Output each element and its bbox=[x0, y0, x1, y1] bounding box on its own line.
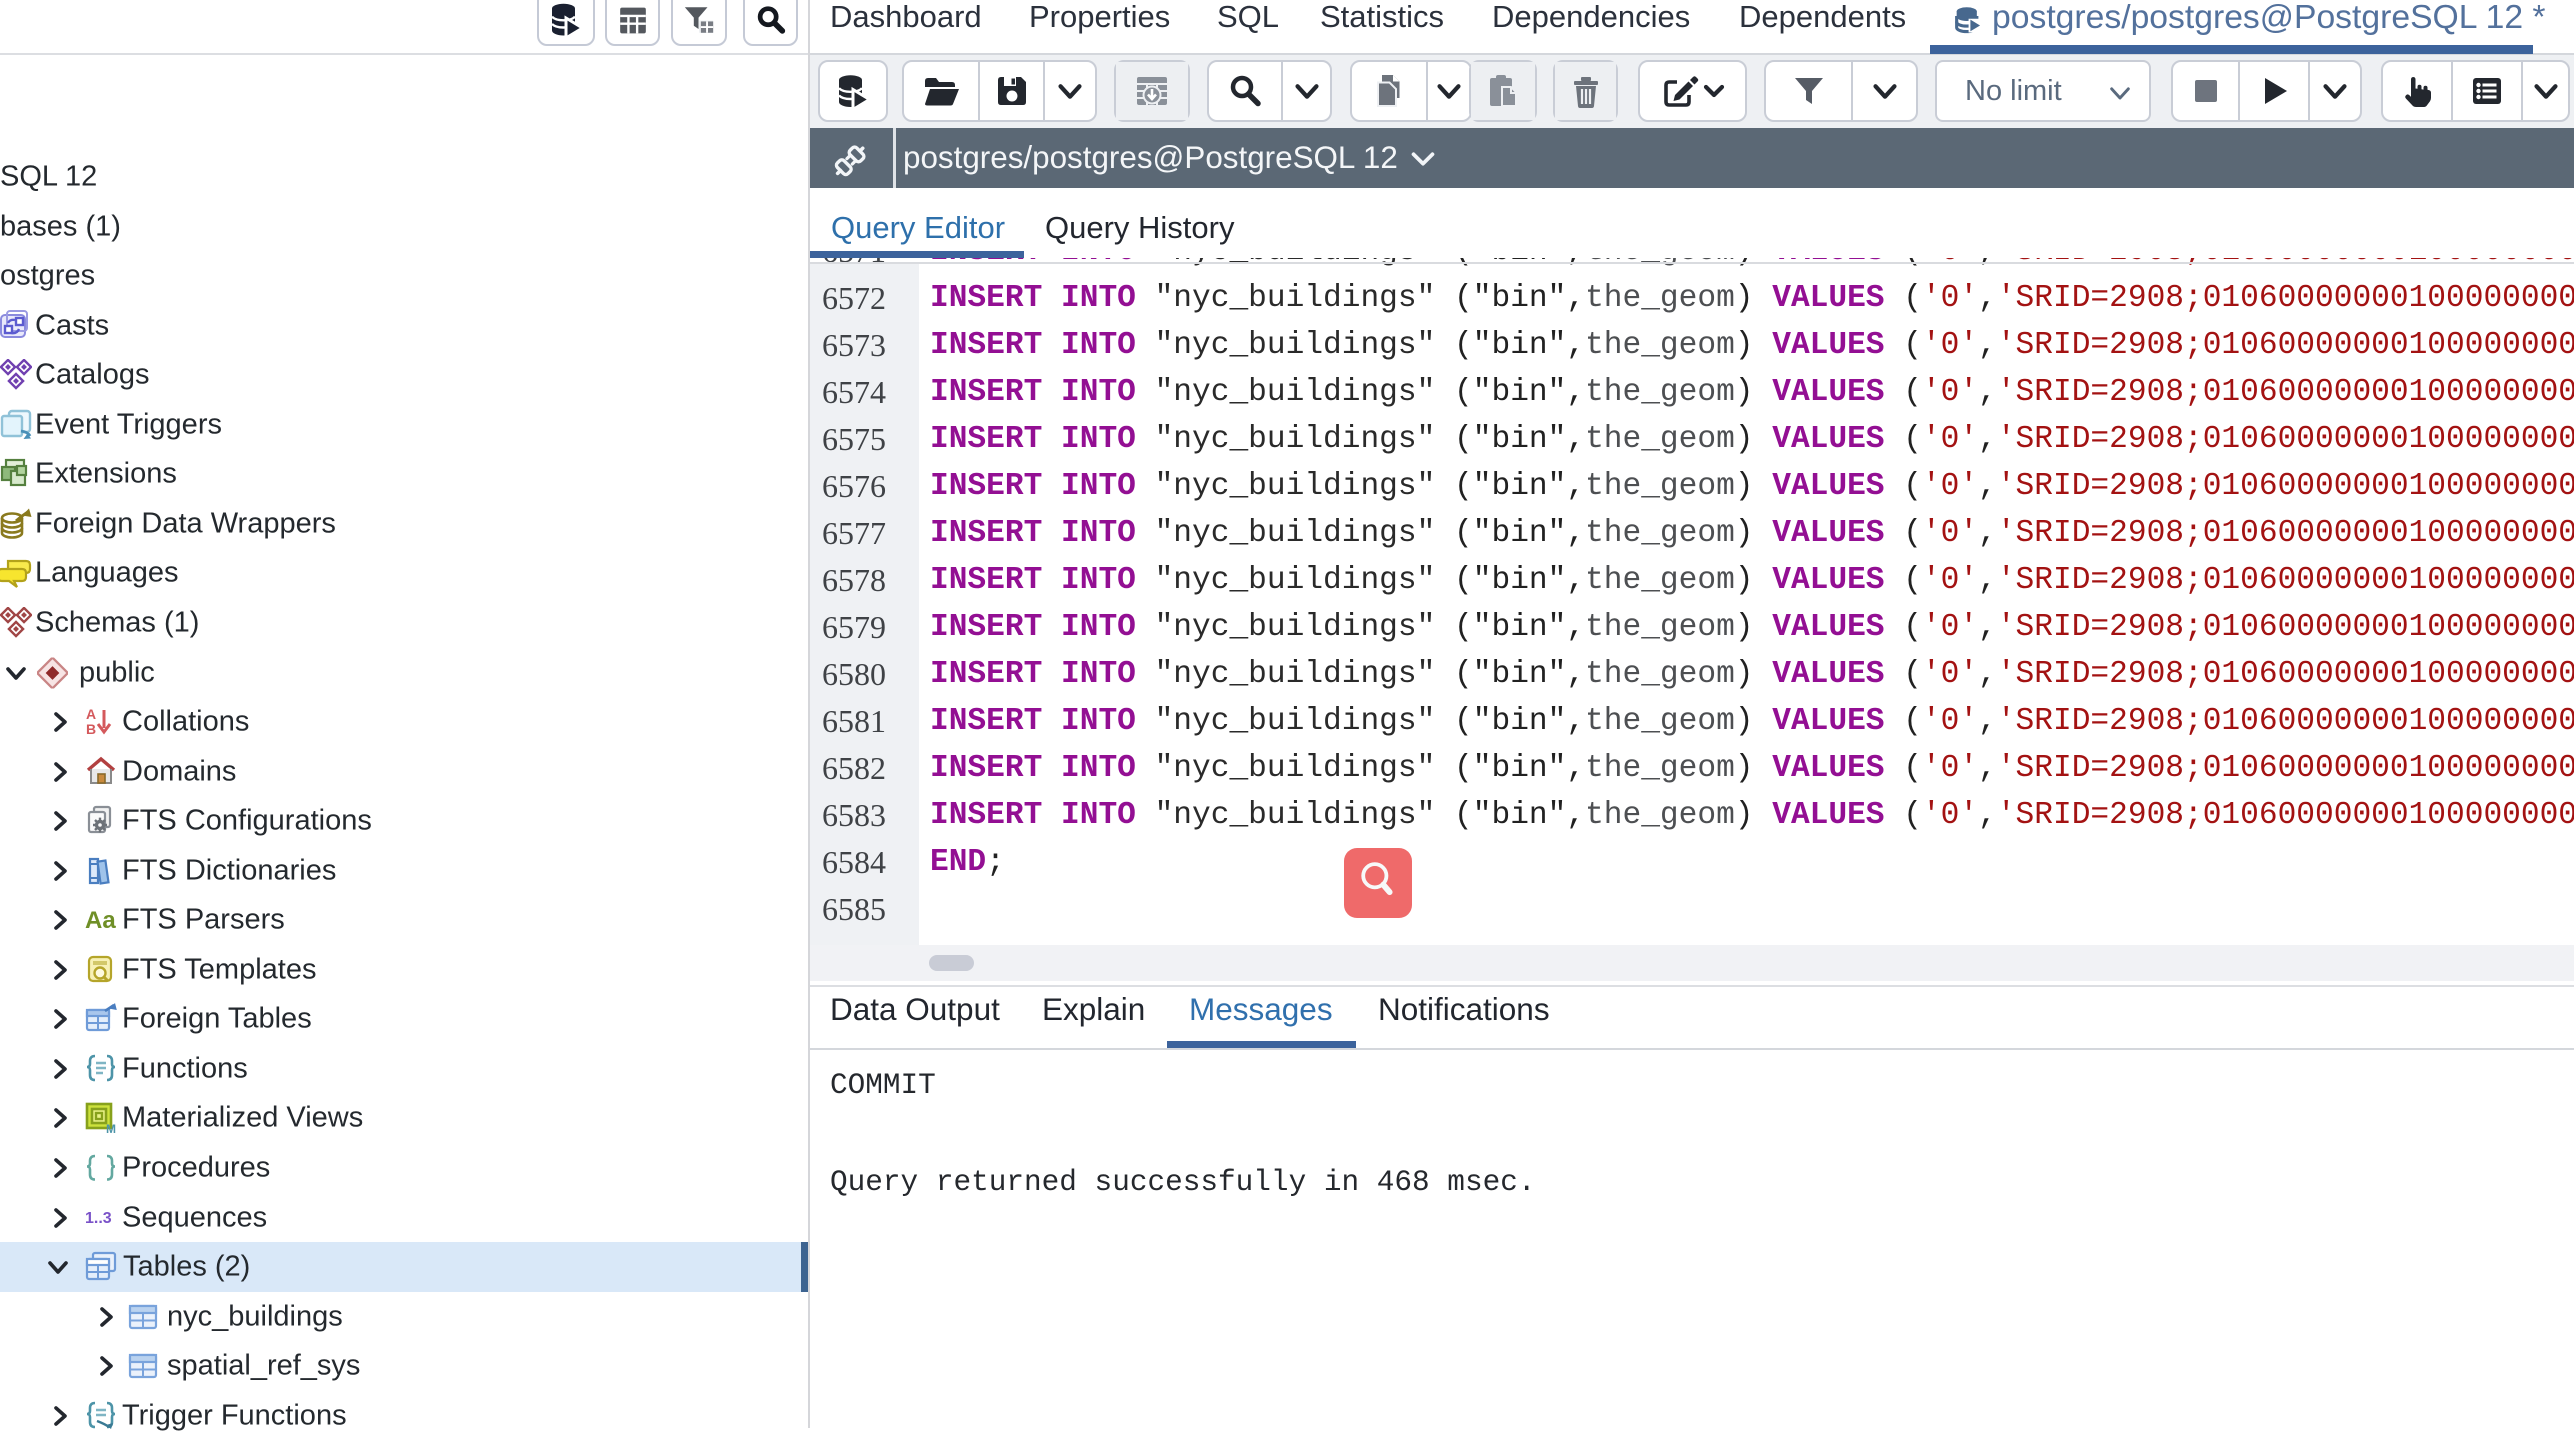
svg-text:Aa: Aa bbox=[85, 907, 116, 934]
svg-text:M: M bbox=[106, 1122, 116, 1134]
svg-text:1..3: 1..3 bbox=[85, 1210, 112, 1227]
svg-text:B: B bbox=[86, 721, 96, 737]
svg-text:A: A bbox=[86, 706, 96, 722]
